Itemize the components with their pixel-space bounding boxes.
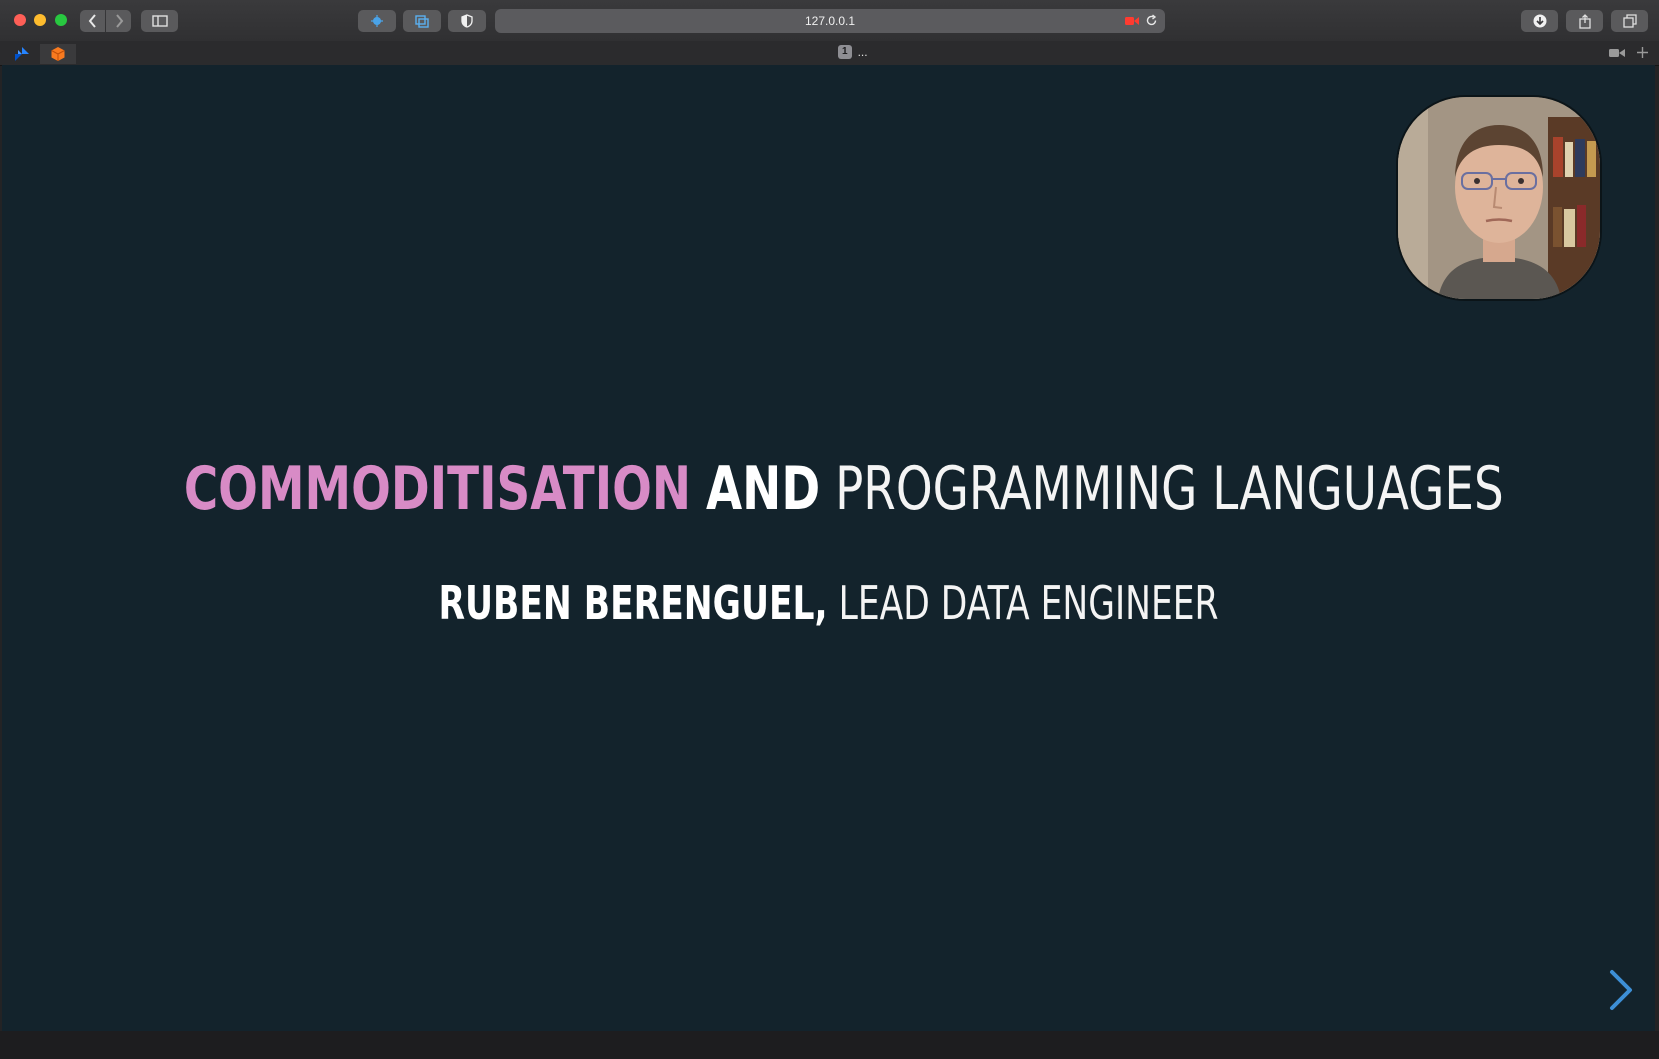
url-text: 127.0.0.1: [804, 14, 856, 28]
chevron-right-icon: [1610, 970, 1632, 1010]
tab-bar: 1 ...: [0, 41, 1659, 66]
back-button[interactable]: [80, 10, 105, 32]
speaker-name: RUBEN BERENGUEL,: [438, 576, 828, 630]
bottom-bar: [0, 1031, 1659, 1059]
extension2-icon: [415, 15, 429, 28]
webcam-overlay: [1396, 95, 1602, 301]
downloads-button[interactable]: [1521, 10, 1558, 32]
pinned-tab-box[interactable]: [40, 44, 76, 64]
active-tab[interactable]: 1 ...: [838, 45, 868, 59]
browser-toolbar: 127.0.0.1: [0, 0, 1659, 42]
title-part-programming-languages: PROGRAMMING LANGUAGES: [835, 454, 1504, 524]
extension2-button[interactable]: [403, 10, 441, 32]
record-icon[interactable]: [1125, 16, 1139, 26]
title-part-and: AND: [705, 454, 821, 524]
pinned-tab-jira[interactable]: [4, 44, 40, 64]
forward-icon: [115, 14, 123, 28]
box-icon: [51, 47, 65, 61]
shield-icon: [461, 14, 473, 28]
download-icon: [1533, 14, 1546, 28]
minimize-window-button[interactable]: [34, 14, 46, 26]
next-slide-button[interactable]: [1606, 968, 1636, 1012]
close-window-button[interactable]: [14, 14, 26, 26]
browser-window: 127.0.0.1 1 ... COMMODITISATION AND PROG…: [0, 0, 1659, 1059]
camera-icon[interactable]: [1609, 48, 1625, 58]
tabs-overview-icon: [1622, 14, 1637, 28]
presenter-video: [1398, 97, 1600, 299]
tab-overview-button[interactable]: [1611, 10, 1648, 32]
extension-icon: [371, 15, 383, 27]
title-part-commoditisation: COMMODITISATION: [183, 454, 692, 524]
address-bar[interactable]: 127.0.0.1: [495, 9, 1165, 33]
new-tab-icon[interactable]: [1636, 46, 1649, 59]
share-icon: [1578, 13, 1591, 29]
reload-icon[interactable]: [1145, 14, 1158, 27]
share-button[interactable]: [1566, 10, 1603, 32]
privacy-button[interactable]: [448, 10, 486, 32]
speaker-role: LEAD DATA ENGINEER: [838, 576, 1219, 630]
sidebar-icon: [151, 15, 168, 27]
presentation-slide: COMMODITISATION AND PROGRAMMING LANGUAGE…: [2, 65, 1655, 1031]
sidebar-button[interactable]: [141, 10, 178, 32]
forward-button[interactable]: [106, 10, 131, 32]
extension-button[interactable]: [358, 10, 396, 32]
slide-title: COMMODITISATION AND PROGRAMMING LANGUAGE…: [183, 449, 1504, 529]
tab-title: ...: [857, 45, 868, 59]
zoom-window-button[interactable]: [55, 14, 67, 26]
jira-icon: [15, 47, 29, 61]
back-icon: [88, 14, 96, 28]
tab-index-badge: 1: [838, 45, 852, 59]
slide-subtitle: RUBEN BERENGUEL, LEAD DATA ENGINEER: [209, 573, 1449, 633]
